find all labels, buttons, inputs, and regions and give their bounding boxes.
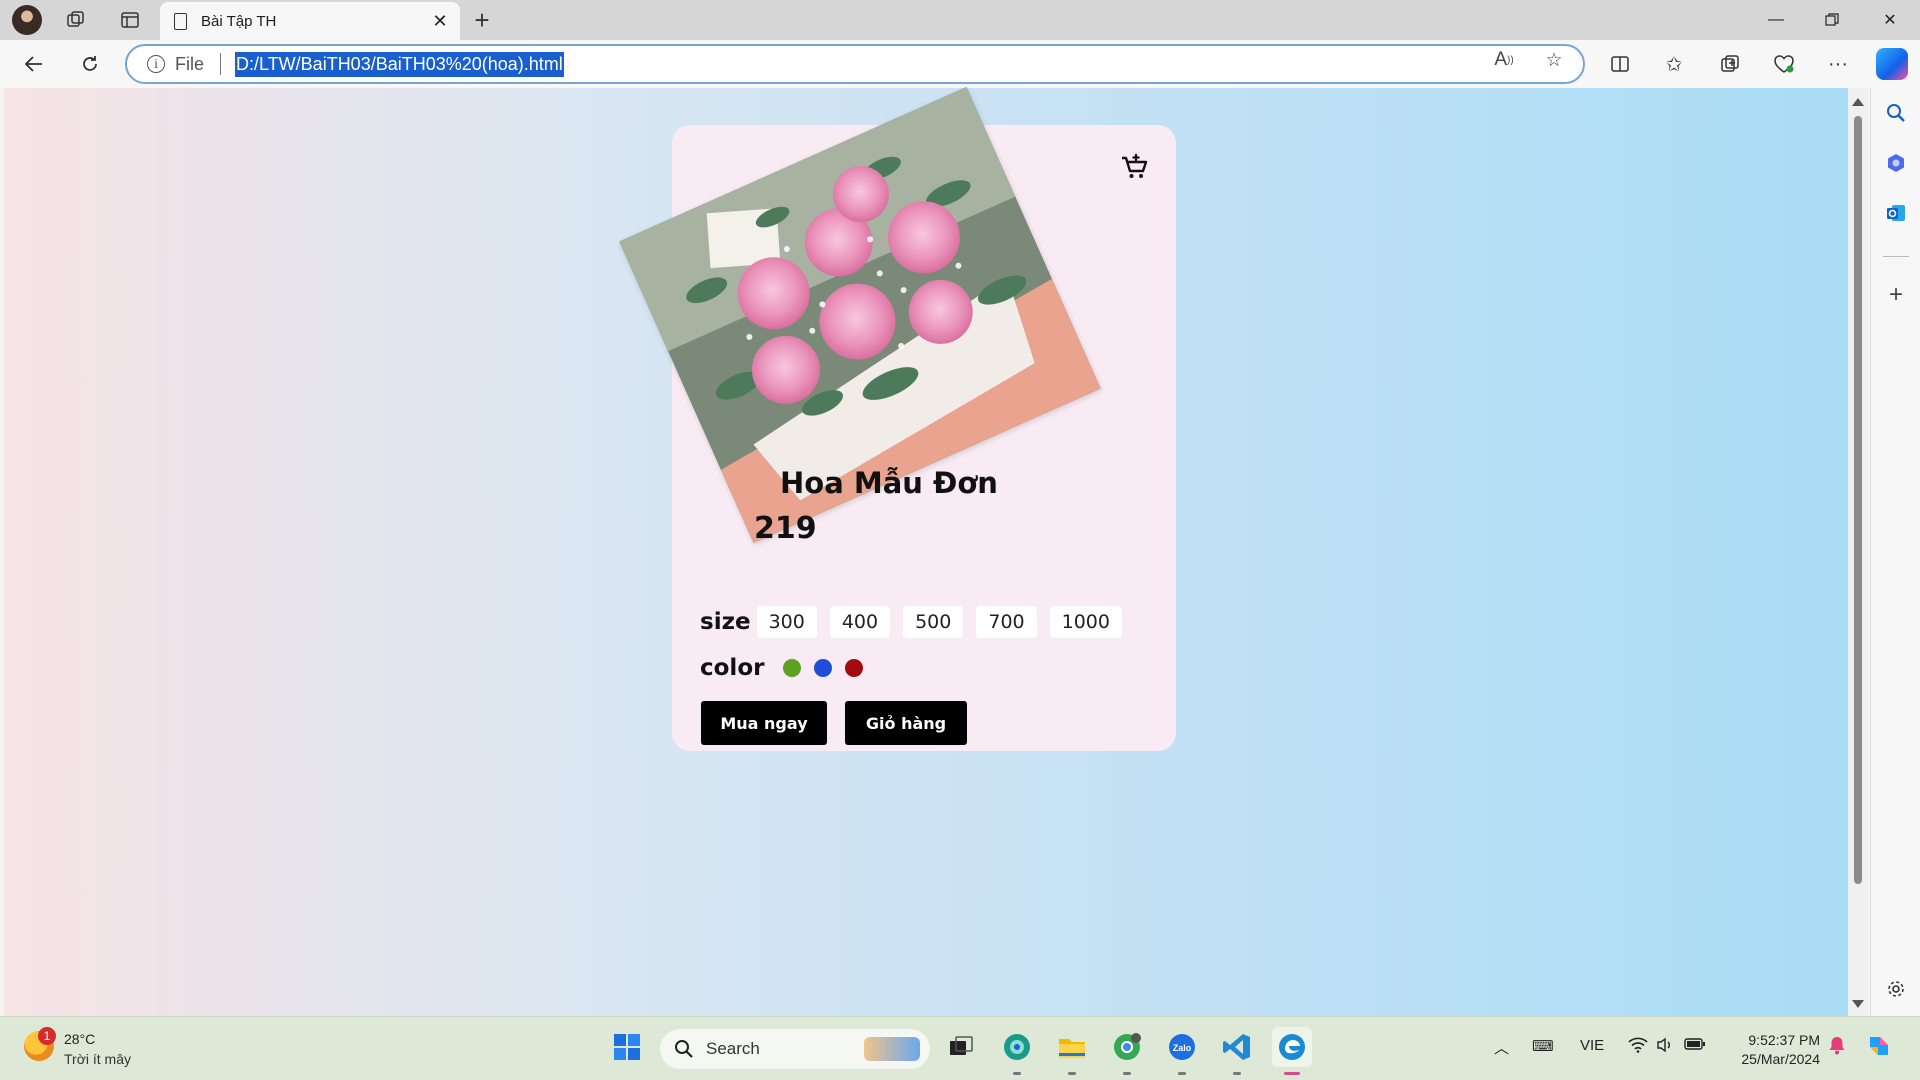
favorites-icon[interactable]: ✩ [1656,48,1692,80]
page-scrollbar[interactable] [1848,88,1868,1016]
running-indicator [1233,1072,1241,1075]
show-hidden-icons-chevron-icon[interactable]: ︿ [1494,1037,1509,1058]
color-swatch-red[interactable] [845,659,864,677]
address-separator [220,53,222,75]
add-to-cart-button[interactable]: Giỏ hàng [845,701,967,745]
sidebar-settings-icon[interactable] [1879,972,1913,1006]
new-tab-button[interactable]: + [466,4,498,36]
edge-sidebar: + [1870,88,1920,1016]
sidebar-divider [1883,256,1909,257]
back-icon[interactable] [16,48,52,80]
wifi-icon[interactable] [1628,1037,1648,1057]
refresh-icon[interactable] [72,48,108,80]
color-swatch-blue[interactable] [814,659,833,677]
vertical-tabs-icon[interactable] [114,5,146,35]
split-screen-icon[interactable] [1602,48,1638,80]
size-option-500[interactable]: 500 [903,606,964,638]
document-icon [174,12,187,30]
size-option-300[interactable]: 300 [756,606,817,638]
address-bar[interactable]: i File D:/LTW/BaiTH03/BaiTH03%20(hoa).ht… [125,44,1585,84]
size-label: size [700,609,751,635]
svg-text:Zalo: Zalo [1173,1043,1192,1053]
more-options-icon[interactable]: ··· [1820,48,1856,80]
size-selector: size 300 400 500 700 1000 [700,606,1135,638]
battery-icon[interactable] [1684,1037,1706,1055]
workspaces-icon[interactable] [60,5,92,35]
add-sidebar-app-icon[interactable]: + [1879,278,1913,312]
zalo-icon[interactable]: Zalo [1162,1027,1202,1067]
file-explorer-icon[interactable] [1052,1027,1092,1067]
color-selector: color [700,655,864,681]
keyboard-icon[interactable]: ⌨ [1532,1037,1554,1055]
windows-taskbar: 1 28°C Trời ít mây Search Zalo ︿ ⌨ VIE 9… [0,1016,1920,1080]
tab-active[interactable]: Bài Tập TH ✕ [160,2,460,40]
buy-now-button[interactable]: Mua ngay [701,701,827,745]
color-swatch-green[interactable] [783,659,802,677]
clock-time: 9:52:37 PM [1748,1032,1820,1048]
active-app-indicator [1284,1072,1300,1075]
copilot-icon[interactable] [1876,48,1908,80]
clock-date: 25/Mar/2024 [1741,1051,1820,1067]
chrome-app-icon[interactable] [1107,1027,1147,1067]
close-window-button[interactable]: ✕ [1862,0,1918,40]
collections-icon[interactable] [1712,48,1748,80]
address-scheme: File [175,53,205,74]
edge-dev-taskbar-icon[interactable] [997,1027,1037,1067]
product-name: Hoa Mẫu Đơn [780,466,998,500]
profile-avatar[interactable] [12,5,42,35]
sidebar-copilot-app-icon[interactable] [1879,146,1913,180]
weather-notification-badge: 1 [38,1027,56,1045]
scroll-down-arrow[interactable] [1852,1000,1864,1008]
edge-taskbar-icon[interactable] [1272,1027,1312,1067]
search-label: Search [706,1039,760,1058]
scrollbar-thumb[interactable] [1854,116,1862,884]
scroll-up-arrow[interactable] [1852,98,1864,106]
site-info-icon[interactable]: i [147,55,165,73]
shopping-cart-icon[interactable] [1120,151,1150,181]
taskbar-search[interactable]: Search [660,1029,930,1069]
color-label: color [700,655,765,681]
running-indicator [1123,1072,1131,1075]
clock[interactable]: 9:52:37 PM 25/Mar/2024 [1720,1031,1820,1069]
search-icon [675,1040,693,1058]
size-option-400[interactable]: 400 [829,606,891,638]
weather-description[interactable]: Trời ít mây [64,1051,131,1067]
browser-essentials-icon[interactable] [1766,48,1802,80]
outlook-icon[interactable] [1879,196,1913,230]
language-indicator[interactable]: VIE [1580,1037,1604,1054]
address-url[interactable]: D:/LTW/BaiTH03/BaiTH03%20(hoa).html [235,51,564,77]
tab-title: Bài Tập TH [201,12,277,30]
volume-icon[interactable] [1656,1037,1674,1057]
search-highlight-icon [864,1037,920,1061]
weather-temperature[interactable]: 28°C [64,1031,95,1047]
size-option-700[interactable]: 700 [976,606,1037,638]
browser-tab-strip: Bài Tập TH ✕ + — ✕ [0,0,1920,40]
restore-button[interactable] [1804,0,1860,40]
vscode-icon[interactable] [1217,1027,1257,1067]
favorite-star-icon[interactable]: ☆ [1538,46,1570,74]
running-indicator [1178,1072,1186,1075]
sidebar-search-icon[interactable] [1879,96,1913,130]
read-aloud-icon[interactable]: A)) [1488,46,1520,74]
running-indicator [1068,1072,1076,1075]
close-tab-icon[interactable]: ✕ [428,9,452,33]
size-option-1000[interactable]: 1000 [1049,606,1122,638]
task-view-icon[interactable] [941,1027,981,1067]
minimize-button[interactable]: — [1748,0,1804,40]
browser-toolbar: i File D:/LTW/BaiTH03/BaiTH03%20(hoa).ht… [0,40,1920,88]
running-indicator [1013,1072,1021,1075]
start-button[interactable] [607,1027,647,1067]
notification-bell-icon[interactable] [1828,1035,1846,1059]
product-price: 219 [754,511,817,546]
copilot-taskbar-icon[interactable] [1864,1031,1894,1065]
